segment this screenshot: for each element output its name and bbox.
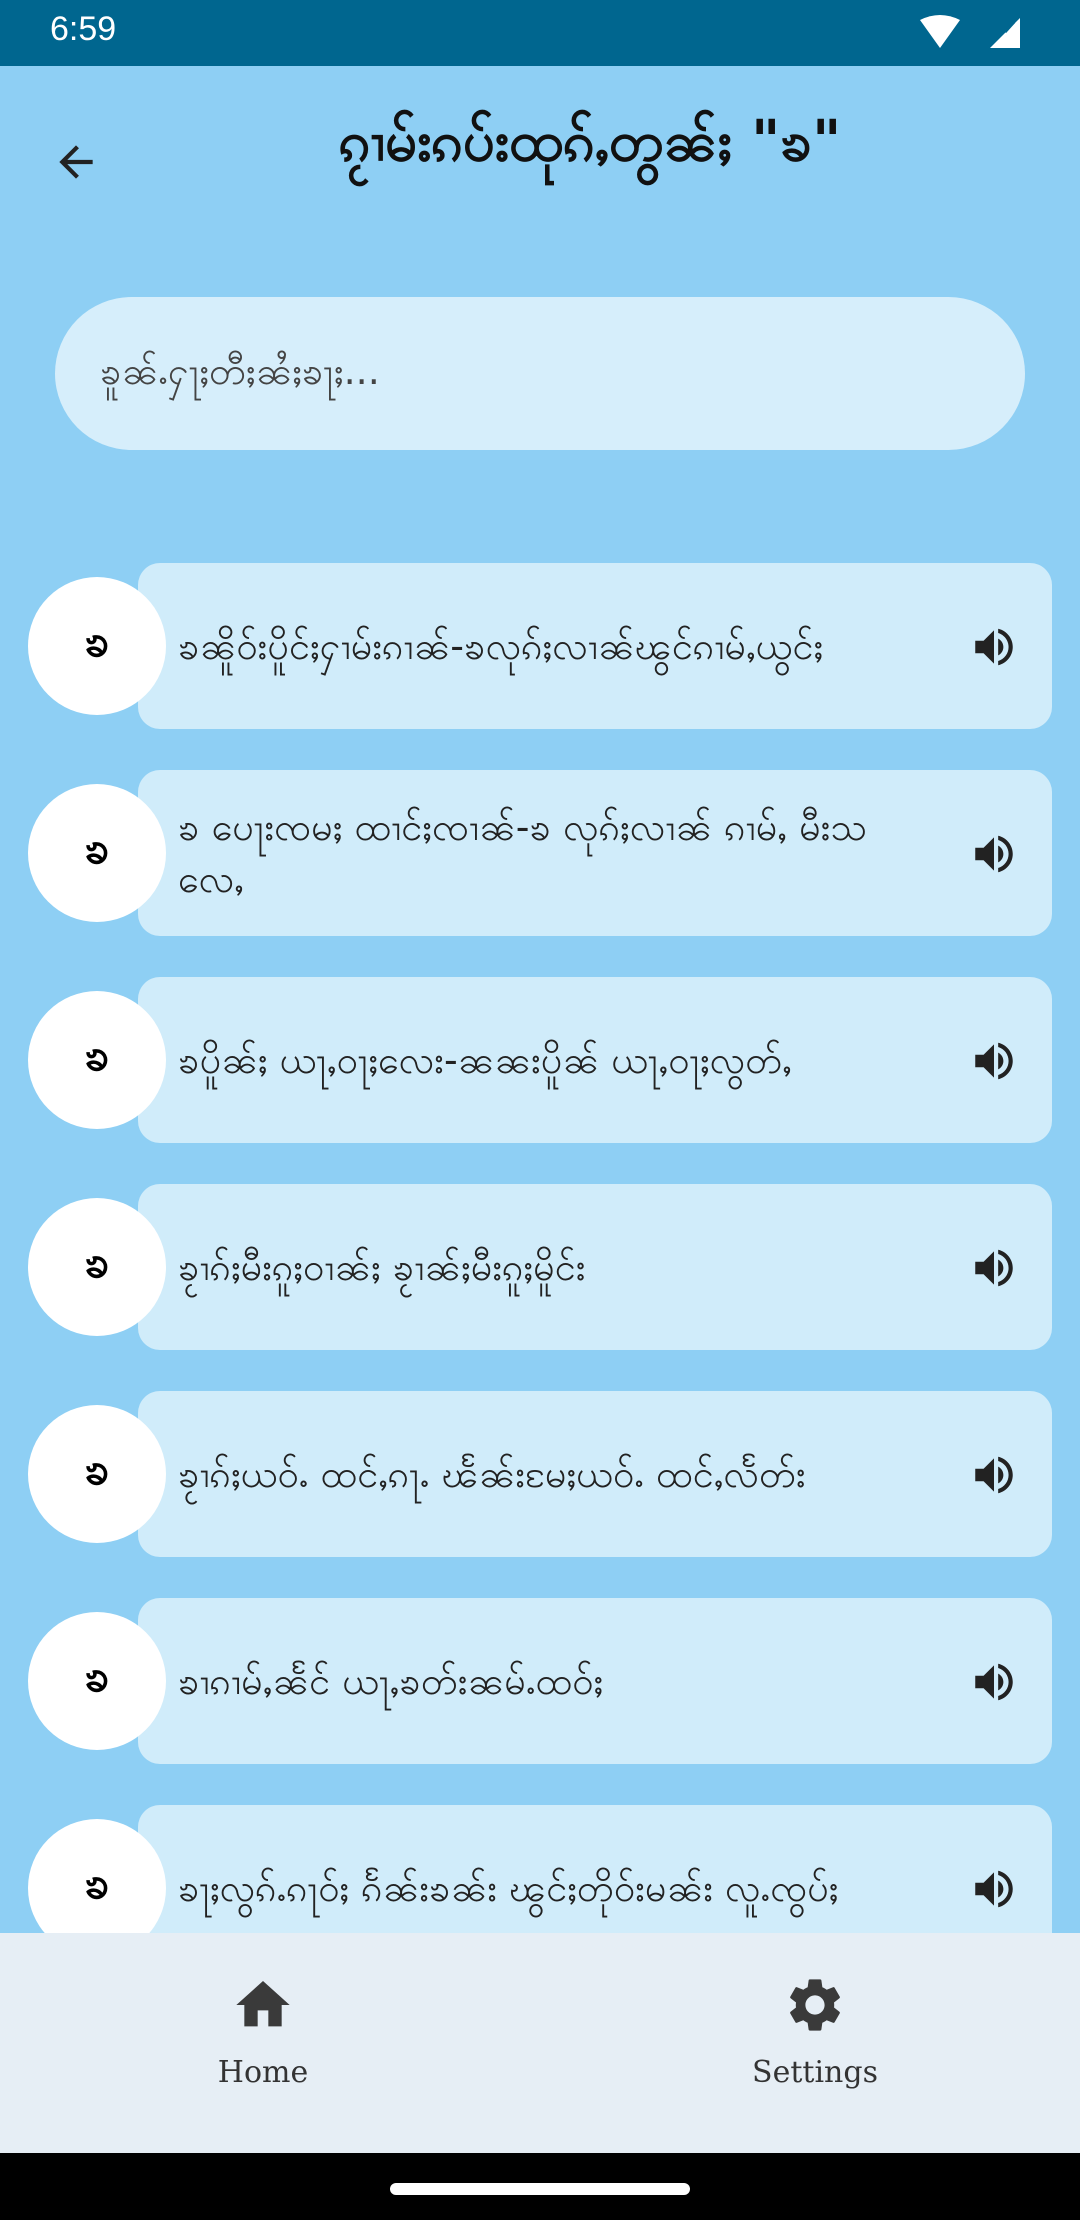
nav-home-label: Home bbox=[217, 2055, 309, 2090]
volume-up-icon bbox=[975, 1042, 1013, 1080]
status-bar: 6:59 bbox=[0, 0, 1080, 66]
app-bar: ၵႂၢမ်းၵပ်းထုၵ်ႇတွၼ်ႈ "ၶ" bbox=[0, 66, 1080, 246]
proverb-card[interactable]: ၶပိူၼ်ႈ ယႃႇဝႃႈလေး-ၼၼးပိူၼ် ယႃႇဝႃႈလွတ်ႇ bbox=[138, 977, 1052, 1143]
bottom-navigation: Home Settings bbox=[0, 1933, 1080, 2153]
volume-up-icon bbox=[975, 628, 1013, 666]
nav-settings-label: Settings bbox=[752, 2055, 878, 2090]
speaker-button[interactable] bbox=[960, 820, 1028, 888]
speaker-button[interactable] bbox=[960, 1234, 1028, 1302]
speaker-button[interactable] bbox=[960, 1441, 1028, 1509]
list-item[interactable]: ၶ ပေႃးၸမႈ ထၢင်ႈၸၢၼ်-ၶ လုၵ်ႈလၢၼ် ၵၢမ်ႇ မီ… bbox=[0, 770, 1080, 936]
proverb-list: ၶၼိူဝ်းပိူင်ႈႁၢမ်းၵၢၼ်-ၶလုၵ်ႈလၢၼ်ၽွင်ၵၢမ… bbox=[0, 563, 1080, 1933]
nav-settings[interactable]: Settings bbox=[665, 1973, 965, 2123]
search-placeholder: ၶူၼ်ႉႁႃႈတီႈၼႆႈၶႃႈ... bbox=[100, 349, 380, 393]
letter-avatar: ၶ bbox=[28, 1198, 166, 1336]
speaker-button[interactable] bbox=[960, 1855, 1028, 1923]
proverb-text: ၶပိူၼ်ႈ ယႃႇဝႃႈလေး-ၼၼးပိူၼ် ယႃႇဝႃႈလွတ်ႇ bbox=[178, 1038, 792, 1082]
status-time: 6:59 bbox=[50, 10, 117, 48]
proverb-text: ၶႂၢၵ်ႈယဝ်ႉ ထင်ႇၵႃႉ ၽႅၼ်းမႄႈယဝ်ႉ ထင်ႇလႅတ်… bbox=[178, 1452, 806, 1496]
list-item[interactable]: ၶၼိူဝ်းပိူင်ႈႁၢမ်းၵၢၼ်-ၶလုၵ်ႈလၢၼ်ၽွင်ၵၢမ… bbox=[0, 563, 1080, 729]
letter-avatar: ၶ bbox=[28, 1405, 166, 1543]
proverb-card[interactable]: ၶၢၵၢမ်ႇၼႅင် ယႃႇၶတ်းၼမ်ႉထဝ်ႈ bbox=[138, 1598, 1052, 1764]
proverb-text: ၶ ပေႃးၸမႈ ထၢင်ႈၸၢၼ်-ၶ လုၵ်ႈလၢၼ် ၵၢမ်ႇ မီ… bbox=[178, 805, 868, 901]
arrow-back-icon bbox=[59, 145, 93, 179]
proverb-text: ၶၼိူဝ်းပိူင်ႈႁၢမ်းၵၢၼ်-ၶလုၵ်ႈလၢၼ်ၽွင်ၵၢမ… bbox=[178, 624, 824, 668]
nav-home[interactable]: Home bbox=[113, 1973, 413, 2123]
proverb-card[interactable]: ၶႃႈလွၵ်ႉၵႃဝ်ႈ ၵႅၼ်းၶၼ်း ၽွင်ႈတိုဝ်းမၼ်း … bbox=[138, 1805, 1052, 1933]
proverb-card[interactable]: ၶႂၢၵ်ႈယဝ်ႉ ထင်ႇၵႃႉ ၽႅၼ်းမႄႈယဝ်ႉ ထင်ႇလႅတ်… bbox=[138, 1391, 1052, 1557]
proverb-card[interactable]: ၶၼိူဝ်းပိူင်ႈႁၢမ်းၵၢၼ်-ၶလုၵ်ႈလၢၼ်ၽွင်ၵၢမ… bbox=[138, 563, 1052, 729]
gesture-handle[interactable] bbox=[390, 2183, 690, 2195]
letter-avatar: ၶ bbox=[28, 991, 166, 1129]
list-item[interactable]: ၶပိူၼ်ႈ ယႃႇဝႃႈလေး-ၼၼးပိူၼ် ယႃႇဝႃႈလွတ်ႇ ၶ bbox=[0, 977, 1080, 1143]
proverb-card[interactable]: ၶ ပေႃးၸမႈ ထၢင်ႈၸၢၼ်-ၶ လုၵ်ႈလၢၼ် ၵၢမ်ႇ မီ… bbox=[138, 770, 1052, 936]
speaker-button[interactable] bbox=[960, 1648, 1028, 1716]
status-icons bbox=[920, 15, 1020, 48]
list-item[interactable]: ၶႂၢၵ်ႈမီးၵူႈဝၢၼ်ႈ ၶႂၢၼ်ႈမီးၵူႈမိူင်း ၶ bbox=[0, 1184, 1080, 1350]
gesture-bar bbox=[0, 2153, 1080, 2220]
page-title: ၵႂၢမ်းၵပ်းထုၵ်ႇတွၼ်ႈ "ၶ" bbox=[338, 109, 842, 174]
letter-avatar: ၶ bbox=[28, 784, 166, 922]
search-input[interactable]: ၶူၼ်ႉႁႃႈတီႈၼႆႈၶႃႈ... bbox=[55, 297, 1025, 450]
volume-up-icon bbox=[975, 1249, 1013, 1287]
home-icon bbox=[236, 1981, 290, 2027]
list-item[interactable]: ၶႃႈလွၵ်ႉၵႃဝ်ႈ ၵႅၼ်းၶၼ်း ၽွင်ႈတိုဝ်းမၼ်း … bbox=[0, 1805, 1080, 1933]
volume-up-icon bbox=[975, 1870, 1013, 1908]
volume-up-icon bbox=[975, 835, 1013, 873]
proverb-text: ၶၢၵၢမ်ႇၼႅင် ယႃႇၶတ်းၼမ်ႉထဝ်ႈ bbox=[178, 1659, 604, 1703]
list-item[interactable]: ၶႂၢၵ်ႈယဝ်ႉ ထင်ႇၵႃႉ ၽႅၼ်းမႄႈယဝ်ႉ ထင်ႇလႅတ်… bbox=[0, 1391, 1080, 1557]
list-item[interactable]: ၶၢၵၢမ်ႇၼႅင် ယႃႇၶတ်းၼမ်ႉထဝ်ႈ ၶ bbox=[0, 1598, 1080, 1764]
proverb-card[interactable]: ၶႂၢၵ်ႈမီးၵူႈဝၢၼ်ႈ ၶႂၢၼ်ႈမီးၵူႈမိူင်း bbox=[138, 1184, 1052, 1350]
volume-up-icon bbox=[975, 1663, 1013, 1701]
proverb-text: ၶႂၢၵ်ႈမီးၵူႈဝၢၼ်ႈ ၶႂၢၼ်ႈမီးၵူႈမိူင်း bbox=[178, 1245, 586, 1289]
volume-up-icon bbox=[975, 1456, 1013, 1494]
speaker-button[interactable] bbox=[960, 1027, 1028, 1095]
back-button[interactable] bbox=[40, 126, 112, 198]
wifi-icon bbox=[920, 15, 960, 48]
signal-icon bbox=[990, 18, 1020, 48]
gear-icon bbox=[790, 1979, 840, 2031]
proverb-text: ၶႃႈလွၵ်ႉၵႃဝ်ႈ ၵႅၼ်းၶၼ်း ၽွင်ႈတိုဝ်းမၼ်း … bbox=[178, 1866, 839, 1910]
letter-avatar: ၶ bbox=[28, 577, 166, 715]
letter-avatar: ၶ bbox=[28, 1612, 166, 1750]
speaker-button[interactable] bbox=[960, 613, 1028, 681]
